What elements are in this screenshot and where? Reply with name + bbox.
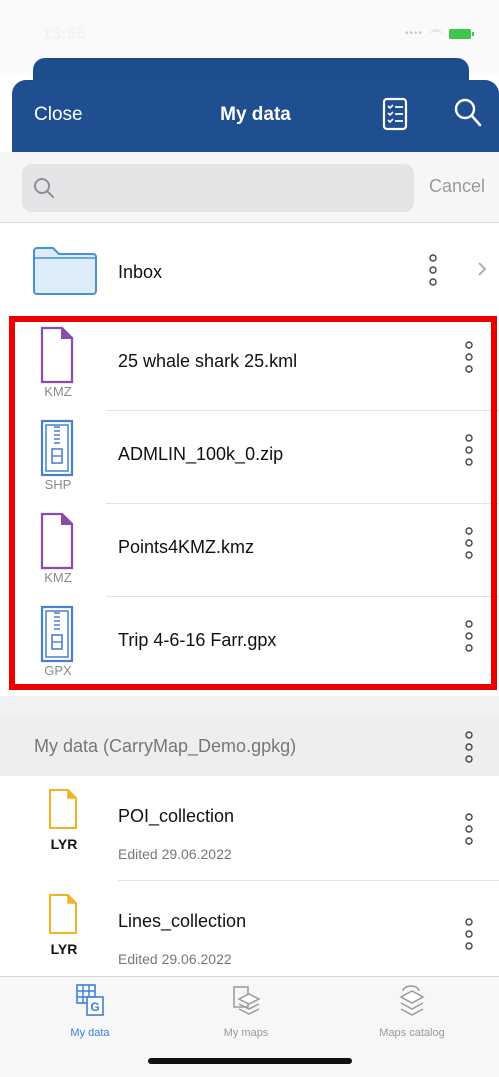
navigation-bar: My data Close bbox=[12, 80, 499, 152]
cancel-button[interactable]: Cancel bbox=[429, 176, 485, 197]
more-options-icon[interactable] bbox=[464, 812, 474, 846]
page-title: My data bbox=[220, 104, 291, 125]
file-name: Trip 4-6-16 Farr.gpx bbox=[118, 630, 277, 650]
file-type-label: SHP bbox=[44, 477, 72, 492]
more-options-icon[interactable] bbox=[464, 619, 474, 653]
search-icon[interactable] bbox=[454, 98, 482, 128]
more-options-icon[interactable] bbox=[464, 730, 474, 764]
data-table-icon: G bbox=[76, 984, 104, 1016]
svg-text:G: G bbox=[90, 1000, 99, 1014]
tab-maps-catalog[interactable]: Maps catalog bbox=[352, 983, 472, 1043]
file-name: 25 whale shark 25.kml bbox=[118, 351, 298, 371]
search-row: Cancel bbox=[0, 152, 499, 222]
home-indicator bbox=[148, 1058, 352, 1064]
section-title: My data (CarryMap_Demo.gpkg) bbox=[34, 736, 297, 756]
file-type-label: KMZ bbox=[44, 384, 72, 399]
file-row[interactable]: GPX Trip 4-6-16 Farr.gpx bbox=[12, 597, 499, 690]
layer-name: Lines_collection bbox=[118, 911, 247, 931]
file-type-label: KMZ bbox=[44, 570, 72, 585]
folder-icon bbox=[33, 247, 97, 295]
tab-my-data[interactable]: G My data bbox=[30, 983, 150, 1043]
magnifier-icon bbox=[34, 178, 54, 198]
close-button[interactable]: Close bbox=[34, 104, 83, 126]
section-header: My data (CarryMap_Demo.gpkg) bbox=[0, 716, 499, 776]
layer-document-icon bbox=[49, 789, 77, 829]
layer-type-label: LYR bbox=[50, 836, 78, 852]
layer-document-icon bbox=[49, 894, 77, 934]
document-icon bbox=[40, 326, 74, 384]
inbox-label: Inbox bbox=[118, 262, 163, 282]
layer-type-label: LYR bbox=[50, 941, 78, 957]
file-name: Points4KMZ.kmz bbox=[118, 537, 255, 557]
file-row[interactable]: SHP ADMLIN_100k_0.zip bbox=[12, 411, 499, 504]
tab-label: My data bbox=[70, 1027, 110, 1039]
layers-stack-icon bbox=[399, 985, 425, 1016]
chevron-right-icon bbox=[478, 262, 487, 276]
layer-edited-date: Edited 29.06.2022 bbox=[118, 951, 232, 967]
checklist-icon[interactable] bbox=[382, 97, 408, 131]
layer-row[interactable]: LYR Lines_collection Edited 29.06.2022 bbox=[0, 881, 499, 986]
status-icons: •••• bbox=[404, 28, 474, 39]
layer-row[interactable]: LYR POI_collection Edited 29.06.2022 bbox=[0, 776, 499, 881]
more-options-icon[interactable] bbox=[428, 253, 438, 287]
layer-edited-date: Edited 29.06.2022 bbox=[118, 846, 232, 862]
more-options-icon[interactable] bbox=[464, 917, 474, 951]
tab-label: Maps catalog bbox=[379, 1027, 445, 1039]
inbox-folder-row[interactable]: Inbox bbox=[0, 223, 499, 313]
more-options-icon[interactable] bbox=[464, 340, 474, 374]
wifi-icon bbox=[429, 28, 443, 39]
battery-icon bbox=[449, 28, 474, 39]
file-type-label: GPX bbox=[44, 663, 72, 678]
zip-archive-icon bbox=[40, 605, 74, 663]
search-input[interactable] bbox=[22, 164, 414, 212]
tab-label: My maps bbox=[223, 1027, 269, 1039]
status-time: 13:55 bbox=[42, 24, 86, 43]
zip-archive-icon bbox=[40, 419, 74, 477]
more-options-icon[interactable] bbox=[464, 433, 474, 467]
signal-dots-icon: •••• bbox=[404, 28, 423, 39]
layer-name: POI_collection bbox=[118, 806, 235, 826]
layers-icon bbox=[233, 986, 261, 1015]
document-icon bbox=[40, 512, 74, 570]
file-row[interactable]: KMZ Points4KMZ.kmz bbox=[12, 504, 499, 597]
file-name: ADMLIN_100k_0.zip bbox=[118, 444, 284, 464]
more-options-icon[interactable] bbox=[464, 526, 474, 560]
tab-my-maps[interactable]: My maps bbox=[186, 983, 306, 1043]
file-row[interactable]: KMZ 25 whale shark 25.kml bbox=[12, 318, 499, 411]
